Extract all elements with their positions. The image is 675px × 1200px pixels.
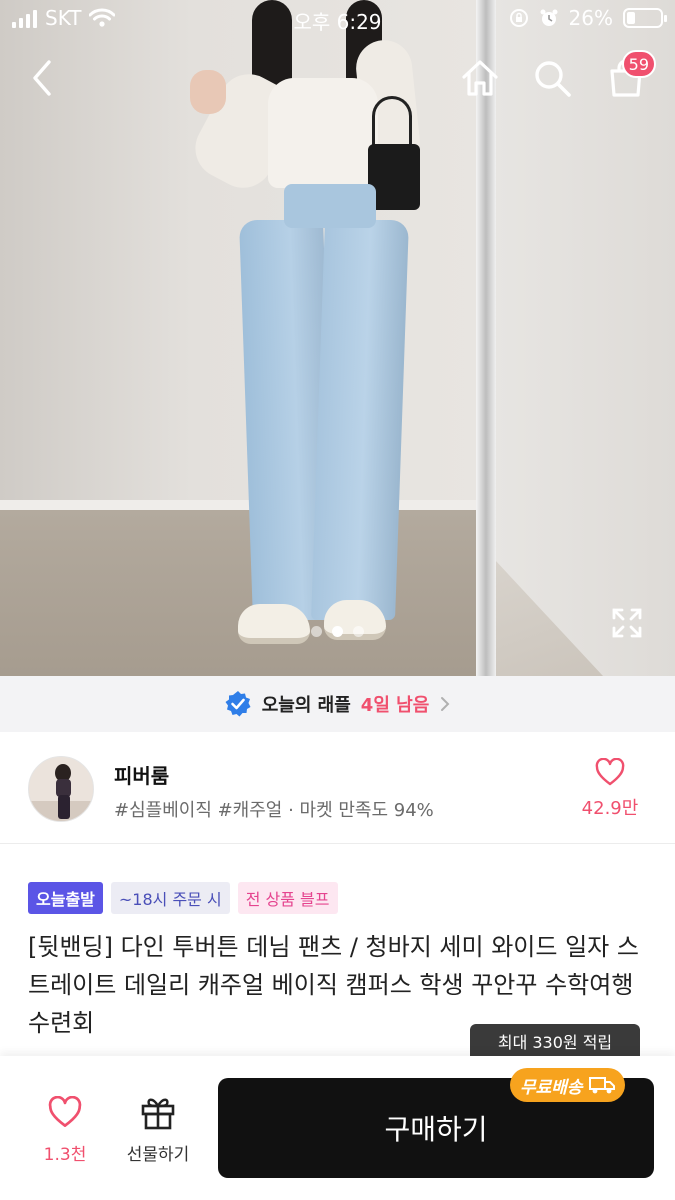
gallery-dot[interactable] [311,626,322,637]
shop-avatar-image [29,757,93,821]
like-count: 1.3천 [43,1145,87,1165]
like-button[interactable]: 1.3천 [30,1095,100,1165]
top-nav: 59 [0,50,675,108]
shop-info[interactable]: 피버룸 #심플베이직 #캐주얼 · 마켓 만족도 94% 42.9만 [0,732,675,844]
free-shipping-badge: 무료배송 [510,1068,625,1102]
badge-order-deadline: ~18시 주문 시 [110,882,230,914]
shop-name[interactable]: 피버룸 [114,760,169,789]
home-button[interactable] [454,52,506,104]
heart-icon [595,757,625,786]
free-shipping-label: 무료배송 [520,1077,583,1098]
alarm-icon [540,9,558,26]
gallery-dot[interactable] [353,626,364,637]
battery-percent: 26% [568,6,613,30]
raffle-banner[interactable]: 오늘의 래플 4일 남음 [0,676,675,732]
photo-jeans-waist [284,184,376,228]
home-icon [462,60,498,96]
photo-jeans-right [311,220,409,620]
gift-button[interactable]: 선물하기 [118,1094,198,1165]
status-bar: SKT 오후 6:29 26% [0,0,675,40]
badge-today-ship: 오늘출발 [28,882,103,914]
gift-label: 선물하기 [126,1145,190,1165]
gallery-pager [0,626,675,637]
truck-icon [588,1077,615,1094]
search-icon [535,61,571,97]
expand-image-button[interactable] [608,604,646,642]
expand-icon [612,608,642,638]
gallery-dot[interactable] [332,626,343,637]
cart-count-badge: 59 [621,50,656,78]
shop-like-button[interactable]: 42.9만 [575,757,645,820]
heart-icon [48,1095,82,1127]
raffle-remaining: 4일 남음 [360,695,430,716]
battery-icon [623,8,667,28]
shop-avatar[interactable] [28,756,94,822]
rotation-lock-icon [509,9,528,27]
raffle-label: 오늘의 래플 [261,695,351,716]
photo-shoe-left [238,604,310,644]
chevron-left-icon [33,60,51,96]
back-button[interactable] [16,52,68,104]
verified-badge-icon [225,691,251,717]
product-badges: 오늘출발 ~18시 주문 시 전 상품 블프 [28,882,338,914]
points-tooltip: 최대 330원 적립 [470,1024,640,1058]
gift-icon [141,1098,175,1130]
chevron-right-icon [441,697,450,711]
bottom-bar: 1.3천 선물하기 구매하기 무료배송 [0,1056,675,1200]
search-button[interactable] [526,52,578,104]
shop-like-count: 42.9만 [581,798,639,819]
battery-level [627,12,635,24]
badge-sale: 전 상품 블프 [237,882,338,914]
photo-floor [0,510,480,676]
shop-tags: #심플베이직 #캐주얼 · 마켓 만족도 94% [114,800,434,821]
status-right: 26% [509,6,667,30]
cart-button[interactable]: 59 [600,50,656,104]
